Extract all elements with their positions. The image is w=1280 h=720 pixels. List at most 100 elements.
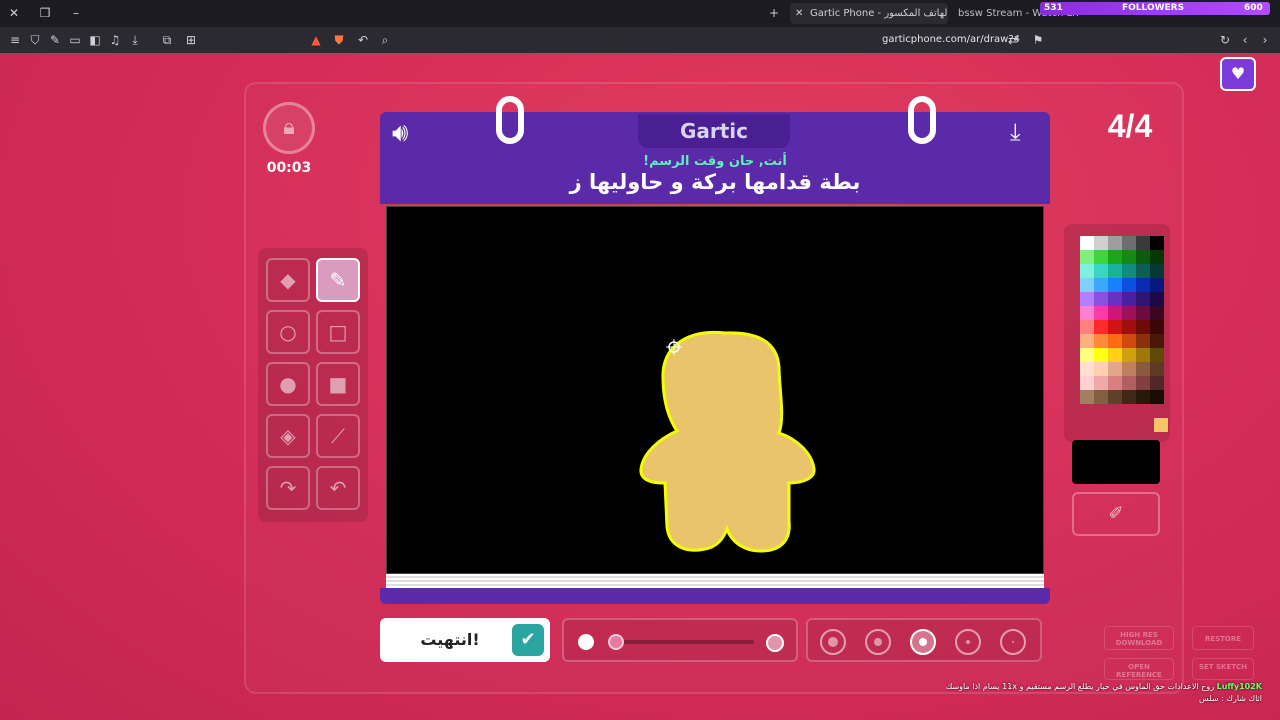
- color-swatch[interactable]: [1122, 348, 1136, 362]
- color-swatch[interactable]: [1108, 236, 1122, 250]
- eyedropper-icon[interactable]: ✐: [1072, 492, 1160, 536]
- color-swatch[interactable]: [1150, 376, 1164, 390]
- brave-rewards-icon[interactable]: ▲: [307, 31, 325, 49]
- rectangle-fill-tool-icon[interactable]: ■: [316, 362, 360, 406]
- restore-button[interactable]: RESTORE: [1192, 626, 1254, 650]
- color-swatch[interactable]: [1122, 278, 1136, 292]
- color-swatch[interactable]: [1080, 250, 1094, 264]
- sidebar-icon[interactable]: ◧: [86, 31, 104, 49]
- color-swatch[interactable]: [1136, 250, 1150, 264]
- color-swatch[interactable]: [1080, 390, 1094, 404]
- color-swatch[interactable]: [1136, 348, 1150, 362]
- opacity-handle[interactable]: [608, 634, 624, 650]
- color-swatch[interactable]: [1150, 320, 1164, 334]
- color-swatch[interactable]: [1108, 278, 1122, 292]
- color-swatch[interactable]: [1094, 278, 1108, 292]
- color-swatch[interactable]: [1094, 236, 1108, 250]
- back-icon[interactable]: ‹: [1236, 31, 1254, 49]
- color-swatch[interactable]: [1094, 292, 1108, 306]
- color-swatch[interactable]: [1136, 320, 1150, 334]
- brave-shield-icon[interactable]: ⛊: [330, 31, 348, 49]
- color-swatch[interactable]: [1080, 334, 1094, 348]
- color-swatch[interactable]: [1108, 306, 1122, 320]
- color-swatch[interactable]: [1108, 390, 1122, 404]
- color-swatch[interactable]: [1122, 264, 1136, 278]
- drawing-canvas[interactable]: [386, 206, 1044, 574]
- color-swatch[interactable]: [1150, 362, 1164, 376]
- color-swatch[interactable]: [1136, 236, 1150, 250]
- color-swatch[interactable]: [1108, 348, 1122, 362]
- color-swatch[interactable]: [1150, 278, 1164, 292]
- color-swatch[interactable]: [1080, 278, 1094, 292]
- color-swatch[interactable]: [1136, 278, 1150, 292]
- brush-size-1[interactable]: [820, 629, 846, 655]
- color-swatch[interactable]: [1150, 390, 1164, 404]
- color-swatch[interactable]: [1122, 362, 1136, 376]
- ellipse-fill-tool-icon[interactable]: ●: [266, 362, 310, 406]
- color-swatch[interactable]: [1080, 236, 1094, 250]
- color-swatch[interactable]: [1136, 306, 1150, 320]
- rectangle-outline-tool-icon[interactable]: □: [316, 310, 360, 354]
- sound-icon[interactable]: 🔊︎: [392, 118, 408, 149]
- search-icon[interactable]: ⌕: [376, 31, 394, 49]
- reload-icon[interactable]: ↻: [1216, 31, 1234, 49]
- new-tab-icon[interactable]: +: [766, 5, 782, 21]
- color-swatch[interactable]: [1136, 264, 1150, 278]
- color-swatch[interactable]: [1122, 236, 1136, 250]
- color-swatch[interactable]: [1108, 376, 1122, 390]
- shield-icon[interactable]: ⛉: [26, 31, 44, 49]
- color-swatch[interactable]: [1150, 236, 1164, 250]
- download-icon[interactable]: ⤓: [126, 31, 144, 49]
- color-swatch[interactable]: [1080, 348, 1094, 362]
- color-swatch[interactable]: [1150, 250, 1164, 264]
- color-swatch[interactable]: [1122, 376, 1136, 390]
- brush-size-2[interactable]: [865, 629, 891, 655]
- pencil-tool-icon[interactable]: ✎: [316, 258, 360, 302]
- color-swatch[interactable]: [1094, 320, 1108, 334]
- color-swatch[interactable]: [1122, 320, 1136, 334]
- color-swatch[interactable]: [1094, 250, 1108, 264]
- color-swatch[interactable]: [1122, 292, 1136, 306]
- color-swatch[interactable]: [1108, 250, 1122, 264]
- color-swatch[interactable]: [1094, 362, 1108, 376]
- menu-gift-icon[interactable]: ♥: [1220, 57, 1256, 91]
- color-swatch[interactable]: [1094, 348, 1108, 362]
- color-swatch[interactable]: [1080, 292, 1094, 306]
- color-swatch[interactable]: [1108, 362, 1122, 376]
- color-swatch[interactable]: [1080, 362, 1094, 376]
- eraser-tool-icon[interactable]: ◆: [266, 258, 310, 302]
- color-swatch[interactable]: [1108, 264, 1122, 278]
- color-swatch[interactable]: [1150, 264, 1164, 278]
- color-swatch[interactable]: [1080, 306, 1094, 320]
- site-settings-icon[interactable]: ⇄: [1004, 31, 1022, 49]
- color-swatch[interactable]: [1150, 334, 1164, 348]
- done-button[interactable]: انتهيت! ✔: [380, 618, 550, 662]
- color-swatch[interactable]: [1122, 334, 1136, 348]
- open-reference-button[interactable]: OPEN REFERENCE: [1104, 658, 1174, 680]
- tab-gartic-phone[interactable]: ✕ Gartic Phone - لعبة الهاتف المكسور: [790, 3, 948, 24]
- close-tab-icon[interactable]: ✕: [795, 3, 803, 24]
- screenshot-icon[interactable]: ⧉: [158, 31, 176, 49]
- color-swatch[interactable]: [1094, 390, 1108, 404]
- color-swatch[interactable]: [1108, 334, 1122, 348]
- bookmark-icon[interactable]: ⚑: [1029, 31, 1047, 49]
- color-swatch[interactable]: [1150, 306, 1164, 320]
- color-swatch[interactable]: [1136, 334, 1150, 348]
- download-drawing-icon[interactable]: ⤓: [1010, 118, 1021, 146]
- color-swatch[interactable]: [1108, 292, 1122, 306]
- color-swatch[interactable]: [1080, 320, 1094, 334]
- tabs-grid-icon[interactable]: ⊞: [182, 31, 200, 49]
- color-swatch[interactable]: [1136, 292, 1150, 306]
- ellipse-outline-tool-icon[interactable]: ○: [266, 310, 310, 354]
- high-res-download-button[interactable]: HIGH RES DOWNLOAD: [1104, 626, 1174, 650]
- forward-icon[interactable]: ›: [1256, 31, 1274, 49]
- color-swatch[interactable]: [1150, 348, 1164, 362]
- tabs-icon[interactable]: ▭: [66, 31, 84, 49]
- selected-color-swatch[interactable]: [1154, 418, 1168, 432]
- brush-size-5[interactable]: [1000, 629, 1026, 655]
- undo-icon[interactable]: ↶: [316, 466, 360, 510]
- line-tool-icon[interactable]: ⟋: [316, 414, 360, 458]
- close-window-icon[interactable]: ✕: [6, 5, 22, 21]
- color-swatch[interactable]: [1094, 376, 1108, 390]
- color-swatch[interactable]: [1094, 334, 1108, 348]
